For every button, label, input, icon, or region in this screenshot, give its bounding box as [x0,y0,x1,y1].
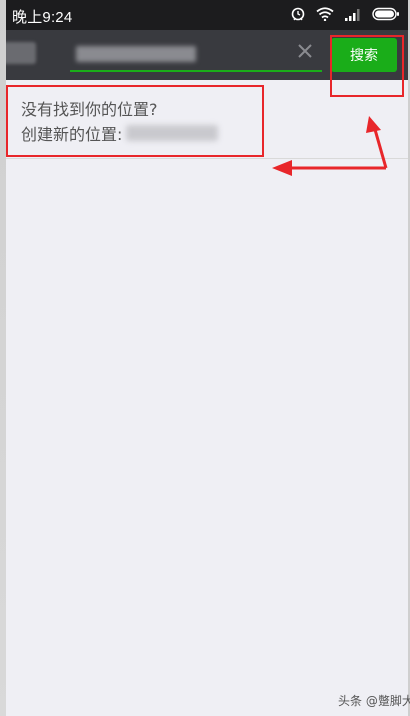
status-icons [290,6,400,24]
not-found-text: 没有找到你的位置? [21,100,158,119]
alarm-icon [290,5,306,25]
close-icon[interactable] [296,42,314,60]
status-time: 晚上9:24 [12,9,73,26]
search-input-underline [70,70,322,72]
create-location-row: 创建新的位置: [21,121,219,145]
status-bar: 晚上9:24 [6,0,408,30]
search-input-value-redacted [76,46,196,62]
search-header: 搜索 [6,30,408,80]
back-button[interactable] [6,42,36,64]
location-name-redacted [126,125,219,141]
watermark: 头条 @蹩脚大王 [338,694,410,708]
battery-icon [372,6,400,25]
wifi-icon [316,6,334,25]
create-location-label: 创建新的位置: [21,125,123,144]
signal-icon [344,6,362,25]
phone-screen: 晚上9:24 搜索 没有找到你的位置? 创建新的位置: [6,0,408,716]
create-location-prompt[interactable]: 没有找到你的位置? 创建新的位置: [6,80,408,159]
search-input[interactable] [70,38,322,72]
search-button[interactable]: 搜索 [331,38,397,72]
